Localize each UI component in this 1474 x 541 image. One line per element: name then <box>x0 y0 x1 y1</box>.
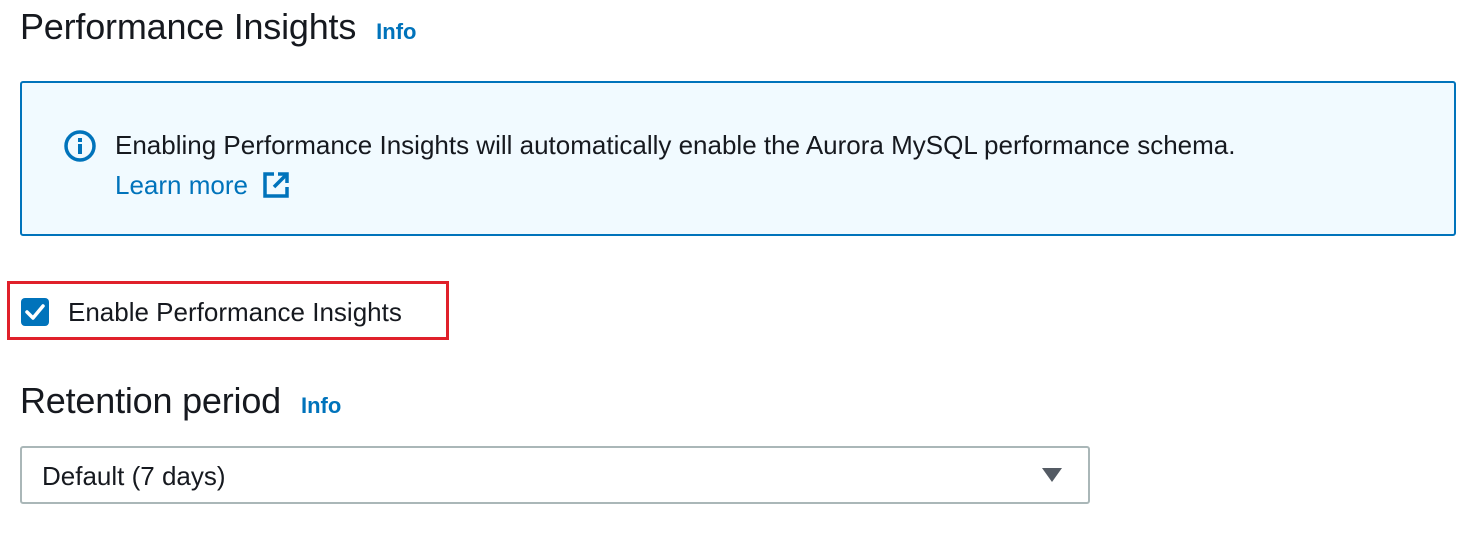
retention-period-info-link[interactable]: Info <box>301 393 341 419</box>
learn-more-link[interactable]: Learn more <box>115 165 290 205</box>
info-circle-icon <box>64 130 96 162</box>
performance-insights-info-link[interactable]: Info <box>376 19 416 45</box>
performance-schema-alert: Enabling Performance Insights will autom… <box>20 81 1456 236</box>
checkmark-icon <box>25 304 45 320</box>
external-link-icon[interactable] <box>262 171 290 199</box>
caret-down-icon <box>1042 468 1062 482</box>
enable-performance-insights-label[interactable]: Enable Performance Insights <box>68 296 402 328</box>
learn-more-label[interactable]: Learn more <box>115 165 248 205</box>
retention-period-select[interactable]: Default (7 days) <box>20 446 1090 504</box>
performance-insights-title: Performance Insights <box>20 6 357 47</box>
performance-insights-header: Performance Insights Info <box>20 6 416 48</box>
retention-period-selected-value: Default (7 days) <box>42 461 226 491</box>
retention-period-header: Retention period Info <box>20 380 341 422</box>
retention-period-title: Retention period <box>20 380 281 421</box>
enable-performance-insights-row[interactable]: Enable Performance Insights <box>21 296 402 328</box>
enable-performance-insights-checkbox[interactable] <box>21 298 49 326</box>
alert-message: Enabling Performance Insights will autom… <box>115 130 1236 160</box>
